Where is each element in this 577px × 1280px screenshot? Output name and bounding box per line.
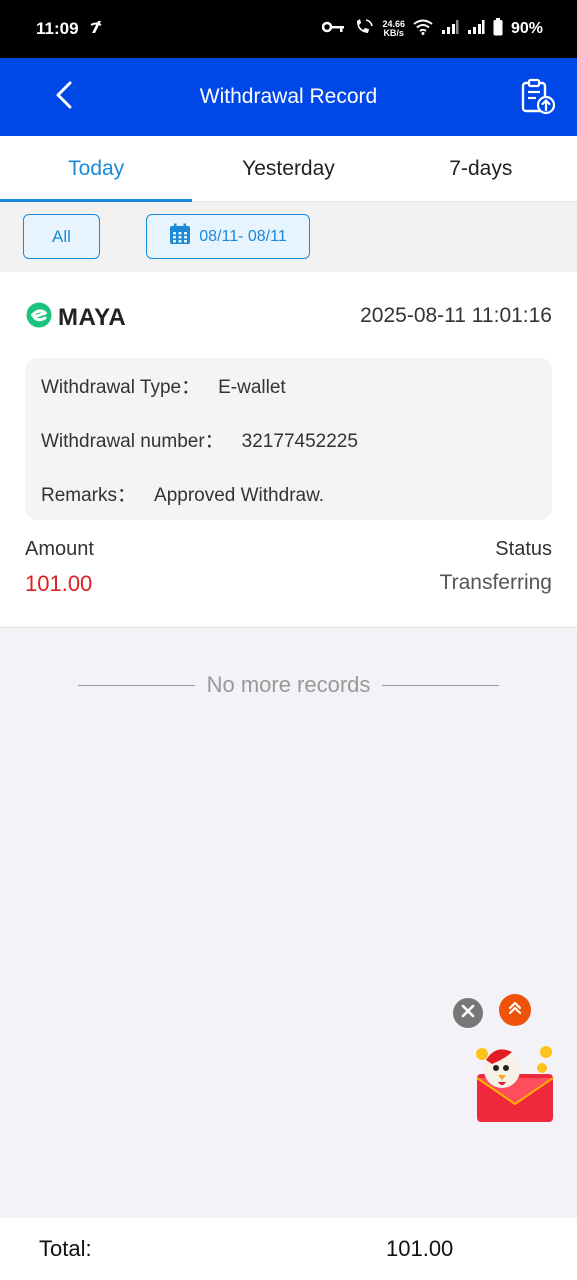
wifi-icon xyxy=(413,19,433,40)
network-speed: 24.66 KB/s xyxy=(382,20,405,38)
red-envelope-rooster-icon xyxy=(476,1046,554,1122)
withdrawal-number-value: 32177452225 xyxy=(241,431,358,452)
withdrawal-type-row: Withdrawal Type： E-wallet xyxy=(41,372,286,399)
remarks-row: Remarks： Approved Withdraw. xyxy=(41,480,324,507)
total-label: Total: xyxy=(39,1236,92,1261)
chevron-left-icon xyxy=(55,81,73,114)
date-tabs: Today Yesterday 7-days xyxy=(0,136,577,202)
status-time: 11:09 xyxy=(36,19,79,38)
record-details: Withdrawal Type： E-wallet Withdrawal numb… xyxy=(25,358,552,520)
withdrawal-type-label: Withdrawal Type： xyxy=(41,377,201,398)
list-end-indicator: No more records xyxy=(0,672,577,698)
withdrawal-number-row: Withdrawal number： 32177452225 xyxy=(41,426,358,453)
amount-value: 101.00 xyxy=(25,571,93,596)
close-promo-button[interactable] xyxy=(453,998,483,1028)
system-status-bar: 11:09 24.66 KB/s 90% xyxy=(0,0,577,58)
tab-yesterday[interactable]: Yesterday xyxy=(192,136,384,201)
record-datetime: 2025-08-11 11:01:16 xyxy=(360,304,552,327)
type-filter-button[interactable]: All xyxy=(23,214,100,259)
date-range-button[interactable]: 08/11- 08/11 xyxy=(146,214,310,259)
remarks-value: Approved Withdraw. xyxy=(154,485,325,506)
tab-7-days[interactable]: 7-days xyxy=(385,136,577,201)
scroll-top-button[interactable] xyxy=(499,994,531,1026)
divider-right xyxy=(382,684,500,686)
tab-today[interactable]: Today xyxy=(0,136,193,202)
close-icon xyxy=(461,1004,475,1023)
wifi-calling-icon xyxy=(354,18,374,41)
total-footer: Total: 101.00 xyxy=(0,1218,577,1280)
withdrawal-type-value: E-wallet xyxy=(218,377,286,398)
battery-percent: 90% xyxy=(510,20,543,37)
export-record-button[interactable] xyxy=(517,78,557,118)
withdrawal-record-card[interactable]: MAYA 2025-08-11 11:01:16 Withdrawal Type… xyxy=(0,272,577,628)
app-header: Withdrawal Record xyxy=(0,58,577,136)
divider-left xyxy=(77,684,195,686)
amount-label: Amount xyxy=(25,538,94,560)
back-button[interactable] xyxy=(48,78,80,116)
clipboard-upload-icon xyxy=(518,77,556,120)
status-value: Transferring xyxy=(439,571,552,594)
vpn-key-icon xyxy=(322,20,346,39)
signal-icon-2 xyxy=(467,19,485,40)
signal-icon-1 xyxy=(441,19,459,40)
page-title: Withdrawal Record xyxy=(199,85,378,108)
double-chevron-up-icon xyxy=(507,1000,523,1021)
calendar-icon xyxy=(169,223,191,250)
no-more-records-text: No more records xyxy=(206,672,371,697)
payment-provider: MAYA xyxy=(26,302,126,333)
filter-bar: All 08/11- 08/11 xyxy=(0,202,577,272)
app-notification-icon xyxy=(89,19,103,40)
provider-name: MAYA xyxy=(58,303,127,331)
withdrawal-number-label: Withdrawal number： xyxy=(41,431,224,452)
maya-logo-icon xyxy=(26,302,52,333)
date-range-label: 08/11- 08/11 xyxy=(199,227,287,245)
remarks-label: Remarks： xyxy=(41,485,137,506)
promo-red-envelope-widget[interactable] xyxy=(472,1038,558,1124)
network-speed-unit: KB/s xyxy=(383,28,404,38)
battery-icon xyxy=(493,17,503,41)
total-value: 101.00 xyxy=(386,1236,454,1261)
status-label: Status xyxy=(495,538,552,560)
